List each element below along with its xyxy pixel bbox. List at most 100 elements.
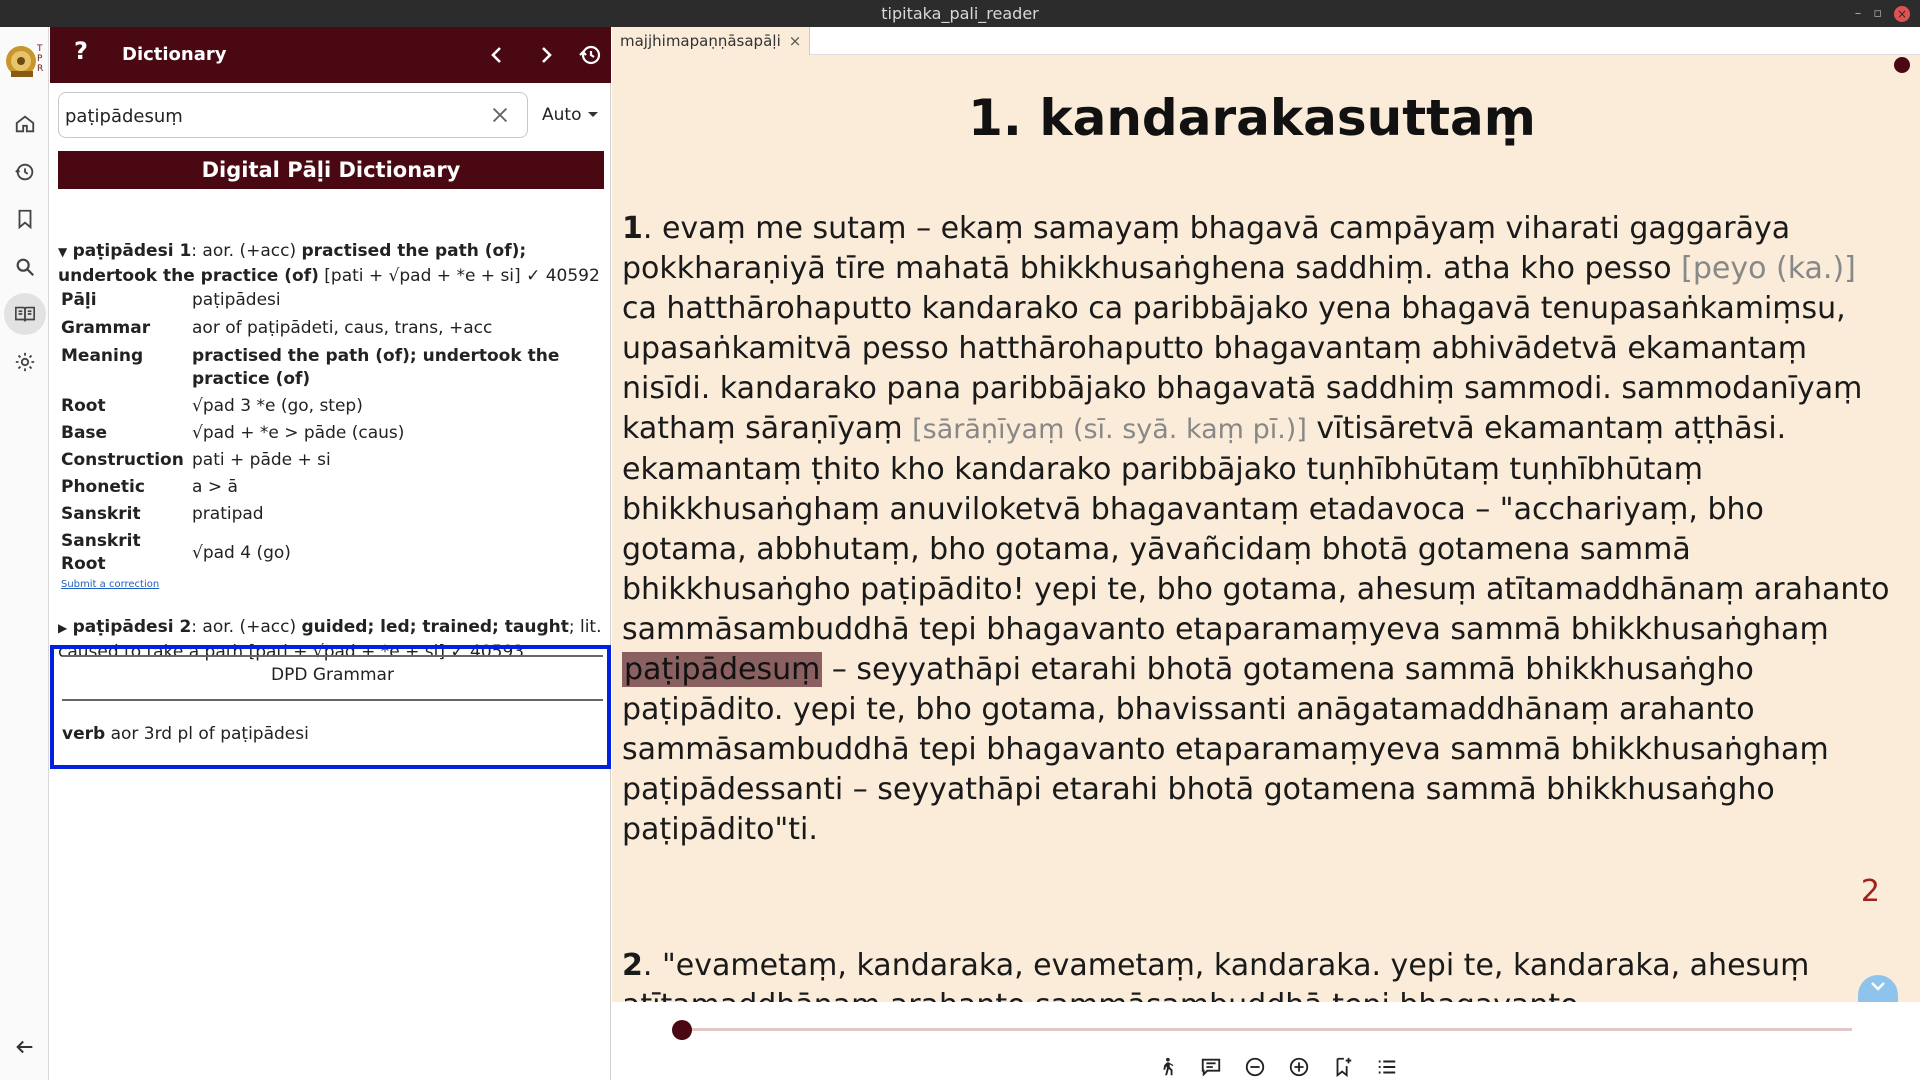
settings-gear-icon[interactable] (4, 341, 46, 383)
reader-panel: majjhimapaṇṇāsapāḷi × 1. kandarakasuttaṃ… (612, 27, 1920, 1080)
chat-note-icon (1201, 1058, 1221, 1077)
variant-reading: [peyo (ka.)] (1681, 251, 1856, 286)
lookup-mode-select[interactable]: Auto (536, 92, 608, 138)
entry-1-heading[interactable]: ▼ paṭipādesi 1: aor. (+acc) practised th… (58, 239, 604, 288)
entry-1-word: paṭipādesi 1 (72, 241, 192, 261)
notes-button[interactable] (1198, 1054, 1224, 1080)
dpd-grammar-title: DPD Grammar (271, 665, 394, 685)
paragraph-number: 2 (622, 948, 643, 983)
highlighted-word[interactable]: paṭipādesuṃ (622, 652, 823, 687)
page-slider-thumb[interactable] (672, 1020, 692, 1040)
maximize-icon[interactable]: ▫ (1873, 0, 1882, 27)
row-key: Meaning (61, 346, 144, 366)
search-icon[interactable] (4, 246, 46, 288)
chevron-right-icon (542, 47, 552, 63)
chevron-down-icon (1871, 982, 1885, 991)
paragraph-1[interactable]: 1. evaṃ me sutaṃ – ekaṃ samayaṃ bhagavā … (622, 209, 1892, 850)
entry-2-meaning: guided; led; trained; taught (301, 617, 569, 637)
walking-person-icon (1163, 1057, 1174, 1076)
history-icon (579, 45, 601, 65)
svg-text:T: T (36, 44, 43, 54)
add-bookmark-button[interactable] (1330, 1054, 1356, 1080)
window-controls: – ▫ × (1855, 0, 1910, 27)
page-number: 2 (1860, 874, 1880, 909)
row-value: √pad 4 (go) (192, 543, 291, 563)
chevron-left-icon (491, 47, 501, 63)
dpd-grammar-box: DPD Grammar verb aor 3rd pl of paṭipādes… (50, 645, 611, 769)
minimize-icon[interactable]: – (1855, 0, 1862, 27)
row-key: Phonetic (61, 477, 145, 497)
clear-search-icon[interactable] (489, 104, 511, 126)
home-icon[interactable] (4, 103, 46, 145)
paragraph-text: vītisāretvā ekamantaṃ aṭṭhāsi. ekamantaṃ… (622, 411, 1890, 647)
reader-toolbar (612, 1002, 1920, 1080)
dictionary-search-input[interactable] (65, 102, 465, 130)
page-slider-track[interactable] (682, 1028, 1852, 1031)
table-of-contents-button[interactable] (1374, 1054, 1400, 1080)
row-key: Grammar (61, 318, 151, 338)
bookmark-icon[interactable] (4, 198, 46, 240)
dictionary-icon[interactable] (4, 293, 46, 335)
zoom-out-icon (1245, 1057, 1265, 1077)
row-key: Construction (61, 450, 184, 470)
svg-text:P: P (37, 54, 43, 64)
entry-1-pos: : aor. (+acc) (191, 241, 302, 261)
row-value: pratipad (192, 504, 264, 524)
zoom-in-icon (1289, 1057, 1309, 1077)
scroll-down-button[interactable] (1858, 975, 1898, 1002)
row-value: aor of paṭipādeti, caus, trans, +acc (192, 318, 493, 338)
app-window: T P R ? Dictionary paṭipādesuṃ Auto Digi… (0, 27, 1920, 1080)
grammar-pos: verb (62, 724, 106, 744)
history-icon[interactable] (4, 151, 46, 193)
bookmark-add-icon (1336, 1057, 1352, 1078)
lookup-history-button[interactable] (574, 39, 606, 71)
reader-content: 1. kandarakasuttaṃ 1. evaṃ me sutaṃ – ek… (612, 55, 1910, 1002)
tab-label: majjhimapaṇṇāsapāḷi (620, 32, 781, 50)
previous-word-button[interactable] (481, 39, 513, 71)
dictionary-panel: ? Dictionary Auto Digital Pāḷi Dictionar… (50, 27, 611, 1080)
row-value: a > ā (192, 477, 238, 497)
zoom-in-button[interactable] (1286, 1054, 1312, 1080)
tab-bar: majjhimapaṇṇāsapāḷi × (612, 27, 1920, 55)
zoom-out-button[interactable] (1242, 1054, 1268, 1080)
divider (62, 699, 603, 701)
row-value: paṭipādesi (192, 290, 281, 310)
next-word-button[interactable] (530, 39, 562, 71)
paragraph-number: 1 (622, 211, 643, 246)
entry-1-construction: [pati + √pad + *e + si] ✓ 40592 (318, 266, 600, 286)
entry-2-word: paṭipādesi 2 (72, 617, 192, 637)
row-key: Sanskrit (61, 504, 141, 524)
help-button[interactable]: ? (74, 37, 88, 65)
back-arrow-icon[interactable] (4, 1026, 46, 1068)
row-value: practised the path (of); undertook the p… (192, 346, 560, 389)
row-key: Pāḷi (61, 290, 97, 310)
paragraph-2[interactable]: 2. "evametaṃ, kandaraka, evametaṃ, kanda… (622, 946, 1892, 1002)
paragraph-text: . evaṃ me sutaṃ – ekaṃ samayaṃ bhagavā c… (622, 211, 1791, 286)
tab-majjhimapannasapali[interactable]: majjhimapaṇṇāsapāḷi × (612, 27, 811, 55)
window-title: tipitaka_pali_reader (881, 4, 1039, 23)
divider (62, 655, 603, 657)
row-value: pati + pāde + si (192, 450, 331, 470)
close-tab-icon[interactable]: × (789, 27, 802, 55)
grammar-detail: aor 3rd pl of paṭipādesi (105, 724, 309, 744)
dictionary-banner: Digital Pāḷi Dictionary (58, 151, 604, 189)
expand-triangle-icon[interactable]: ▶ (58, 621, 67, 635)
row-value: √pad + *e > pāde (caus) (192, 423, 405, 443)
paragraph-text: . "evametaṃ, kandaraka, evametaṃ, kandar… (622, 948, 1810, 1002)
list-icon (1378, 1060, 1396, 1074)
row-key: Base (61, 423, 108, 443)
window-titlebar: tipitaka_pali_reader – ▫ × (0, 0, 1920, 27)
dictionary-header: ? Dictionary (50, 27, 611, 83)
dpd-grammar-row: verb aor 3rd pl of paṭipādesi (62, 724, 309, 744)
entry-2-pos: : aor. (+acc) (191, 617, 302, 637)
row-key: Sanskrit Root (61, 531, 141, 574)
submit-correction-link[interactable]: Submit a correction (61, 579, 159, 590)
walk-mode-button[interactable] (1154, 1054, 1180, 1080)
app-logo-icon[interactable]: T P R (3, 37, 47, 81)
variant-reading: [sārāṇīyaṃ (sī. syā. kaṃ pī.)] (912, 414, 1307, 445)
collapse-triangle-icon[interactable]: ▼ (58, 245, 67, 259)
dictionary-search-box (58, 92, 528, 138)
row-key: Root (61, 396, 106, 416)
row-value: √pad 3 *e (go, step) (192, 396, 363, 416)
close-window-icon[interactable]: × (1894, 5, 1910, 22)
